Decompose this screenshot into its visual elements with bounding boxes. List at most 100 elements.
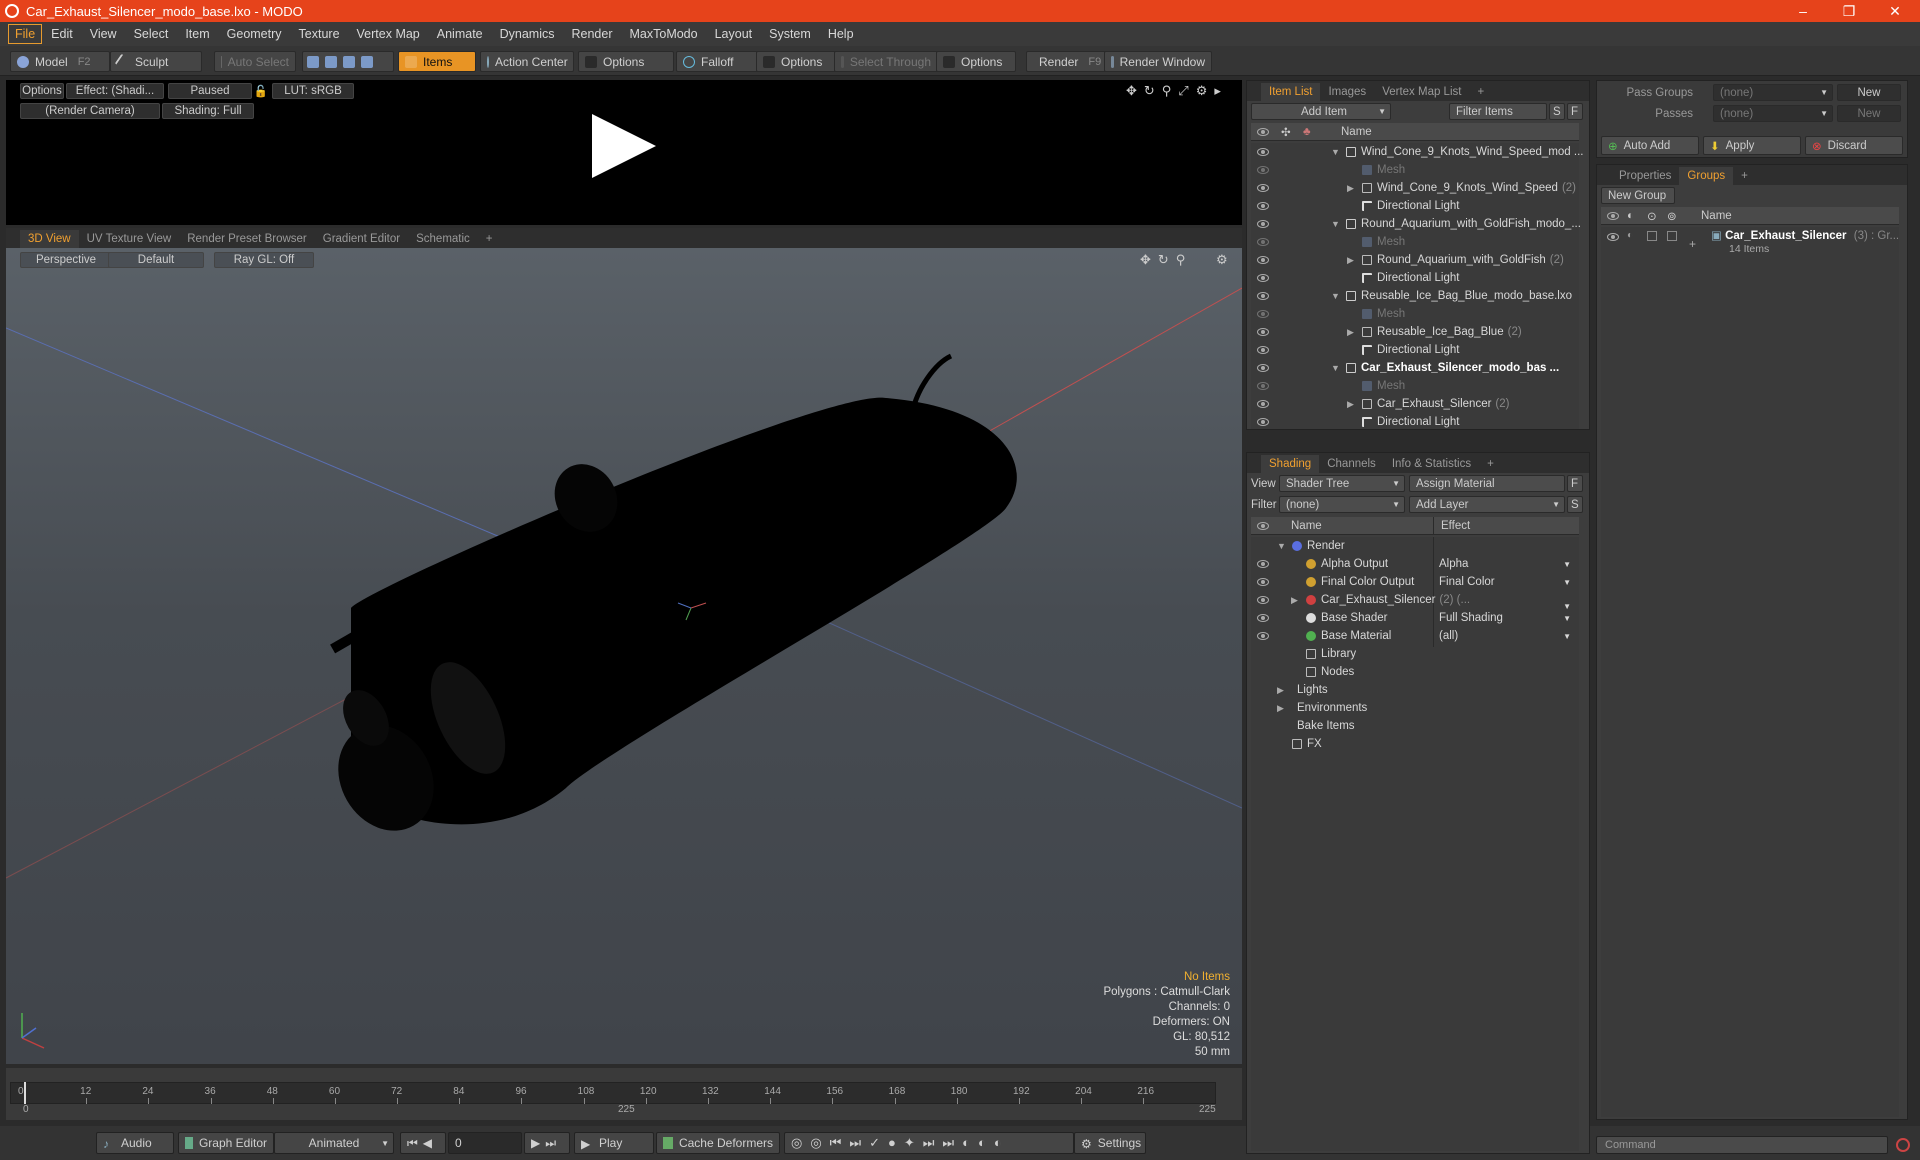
visibility-eye-icon[interactable] [1257, 382, 1269, 390]
item-list-row[interactable]: ▶ Reusable_Ice_Bag_Blue (2) [1251, 323, 1579, 341]
collapse-arrow-icon[interactable]: ▼ [1331, 147, 1341, 157]
close-button[interactable]: ✕ [1872, 0, 1918, 22]
shader-tree-row[interactable]: Bake Items [1251, 717, 1579, 735]
add-tab-button[interactable]: + [1733, 167, 1756, 185]
effect-dropdown[interactable]: (all) ▼ [1439, 630, 1573, 642]
visibility-eye-icon[interactable] [1257, 310, 1269, 318]
shader-tree-row[interactable]: Base Material (all) ▼ [1251, 627, 1579, 645]
menu-edit[interactable]: Edit [43, 24, 81, 44]
collapse-arrow-icon[interactable]: ▼ [1277, 541, 1287, 551]
audio-button[interactable]: ♪ Audio [96, 1132, 174, 1154]
item-list-row[interactable]: Directional Light [1251, 197, 1579, 215]
filter-dropdown[interactable]: (none) ▼ [1279, 496, 1405, 513]
render-window-button[interactable]: Render Window [1104, 51, 1212, 72]
render-toggle-icon[interactable]: ◐ [1627, 230, 1633, 241]
menu-vertex-map[interactable]: Vertex Map [349, 24, 428, 44]
visibility-eye-icon[interactable] [1257, 238, 1269, 246]
auto-select-button[interactable]: Auto Select [214, 51, 296, 72]
add-tab-button[interactable]: + [478, 230, 501, 248]
item-list-row[interactable]: ▼ Reusable_Ice_Bag_Blue_modo_base.lxo [1251, 287, 1579, 305]
item-list-row[interactable]: ▼ Round_Aquarium_with_GoldFish_modo_... [1251, 215, 1581, 233]
preview-view-controls[interactable]: ✥↻⚲⤢⚙▸ [1126, 83, 1228, 99]
visibility-eye-icon[interactable] [1607, 233, 1619, 241]
passes-dropdown[interactable]: (none) ▼ [1713, 105, 1833, 122]
preview-camera-dropdown[interactable]: (Render Camera) [20, 103, 160, 119]
visibility-eye-icon[interactable] [1257, 632, 1269, 640]
lock-checkbox[interactable] [1647, 231, 1657, 241]
falloff-button[interactable]: Falloff [676, 51, 758, 72]
preview-paused-button[interactable]: Paused [168, 83, 252, 99]
new-group-button[interactable]: New Group [1601, 187, 1675, 204]
menu-geometry[interactable]: Geometry [219, 24, 290, 44]
visibility-eye-icon[interactable] [1257, 256, 1269, 264]
visibility-eye-icon[interactable] [1257, 202, 1269, 210]
items-mode-button[interactable]: Items [398, 51, 476, 72]
item-list-row[interactable]: ▶ Round_Aquarium_with_GoldFish (2) [1251, 251, 1579, 269]
item-list-row[interactable]: Directional Light [1251, 269, 1579, 287]
menu-item[interactable]: Item [177, 24, 217, 44]
timeline-playhead[interactable] [24, 1082, 26, 1104]
tab-channels[interactable]: Channels [1319, 455, 1384, 473]
menu-texture[interactable]: Texture [291, 24, 348, 44]
cache-deformers-button[interactable]: Cache Deformers [656, 1132, 780, 1154]
apply-button[interactable]: ⬇ Apply [1703, 136, 1801, 155]
tab-shading[interactable]: Shading [1261, 455, 1320, 473]
expand-arrow-icon[interactable]: ▶ [1347, 183, 1357, 194]
settings-button[interactable]: ⚙ Settings [1074, 1132, 1146, 1154]
add-tab-button[interactable]: + [1469, 83, 1492, 101]
shader-tree-row[interactable]: ▶ Environments [1251, 699, 1579, 717]
go-start-buttons[interactable]: ⏮◀ [400, 1132, 446, 1154]
add-layer-dropdown[interactable]: Add Layer ▼ [1409, 496, 1565, 513]
tab-uv-texture-view[interactable]: UV Texture View [79, 230, 180, 248]
visibility-eye-icon[interactable] [1257, 274, 1269, 282]
menu-view[interactable]: View [82, 24, 125, 44]
f-button[interactable]: F [1567, 475, 1583, 492]
menu-system[interactable]: System [761, 24, 819, 44]
menu-help[interactable]: Help [820, 24, 862, 44]
expand-arrow-icon[interactable]: ▶ [1291, 595, 1301, 606]
auto-add-button[interactable]: ⊕ Auto Add [1601, 136, 1699, 155]
keyframe-tools[interactable]: ◎◎⏮⏭✓●✦⏭⏭◐◐◐ [784, 1132, 1074, 1154]
collapse-arrow-icon[interactable]: ▼ [1331, 219, 1341, 229]
animated-dropdown[interactable]: Animated ▼ [274, 1132, 394, 1154]
visibility-eye-icon[interactable] [1257, 596, 1269, 604]
menu-render[interactable]: Render [564, 24, 621, 44]
tab-3d-view[interactable]: 3D View [20, 230, 79, 248]
expand-arrow-icon[interactable]: ▶ [1277, 703, 1287, 714]
visibility-eye-icon[interactable] [1257, 220, 1269, 228]
graph-editor-button[interactable]: Graph Editor [178, 1132, 274, 1154]
play-icon[interactable] [592, 114, 656, 178]
collapse-arrow-icon[interactable]: ▼ [1331, 291, 1341, 301]
group-row[interactable]: ◐ + ▣ Car_Exhaust_Silencer (3) : Gr... 1… [1601, 227, 1899, 261]
expand-arrow-icon[interactable]: ▶ [1347, 255, 1357, 266]
add-item-dropdown[interactable]: Add Item ▼ [1251, 103, 1391, 120]
item-list-row[interactable]: ▼ Wind_Cone_9_Knots_Wind_Speed_mod ... [1251, 143, 1583, 161]
shader-tree-row[interactable]: ▶ Car_Exhaust_Silencer (2) (... ▼ [1251, 591, 1579, 611]
item-list-row[interactable]: Mesh [1251, 161, 1579, 179]
command-input[interactable]: Command [1596, 1136, 1888, 1154]
f-button[interactable]: F [1567, 103, 1583, 120]
model-button[interactable]: Model F2 [10, 51, 110, 72]
maximize-button[interactable]: ❐ [1826, 0, 1872, 22]
effect-dropdown[interactable]: Full Shading ▼ [1439, 612, 1573, 624]
effect-dropdown[interactable]: Final Color ▼ [1439, 576, 1573, 588]
vertices-mode-icon[interactable] [307, 55, 319, 68]
tab-schematic[interactable]: Schematic [408, 230, 478, 248]
minimize-button[interactable]: – [1780, 0, 1826, 22]
assign-material-button[interactable]: Assign Material [1409, 475, 1565, 492]
timeline[interactable]: 0 12 24 36 48 60 72 84 96 108 120 132 144 156 168 180 19… [6, 1068, 1242, 1120]
menu-animate[interactable]: Animate [429, 24, 491, 44]
menu-layout[interactable]: Layout [707, 24, 761, 44]
materials-mode-icon[interactable] [361, 55, 373, 68]
tab-info-statistics[interactable]: Info & Statistics [1384, 455, 1479, 473]
filter-items-input[interactable]: Filter Items [1449, 103, 1547, 120]
shader-tree-row[interactable]: Library [1251, 645, 1579, 663]
tab-properties[interactable]: Properties [1611, 167, 1679, 185]
3d-viewport[interactable]: Perspective Default Ray GL: Off ✥↻⚲ ⚙ No… [6, 248, 1242, 1064]
tab-vertex-map-list[interactable]: Vertex Map List [1374, 83, 1469, 101]
expand-arrow-icon[interactable]: ▶ [1347, 327, 1357, 338]
shader-tree-row[interactable]: ▶ Lights [1251, 681, 1579, 699]
preview-effect-dropdown[interactable]: Effect: (Shadi... [66, 83, 164, 99]
shader-tree-row[interactable]: Alpha Output Alpha ▼ [1251, 555, 1579, 573]
edges-mode-icon[interactable] [325, 55, 337, 68]
